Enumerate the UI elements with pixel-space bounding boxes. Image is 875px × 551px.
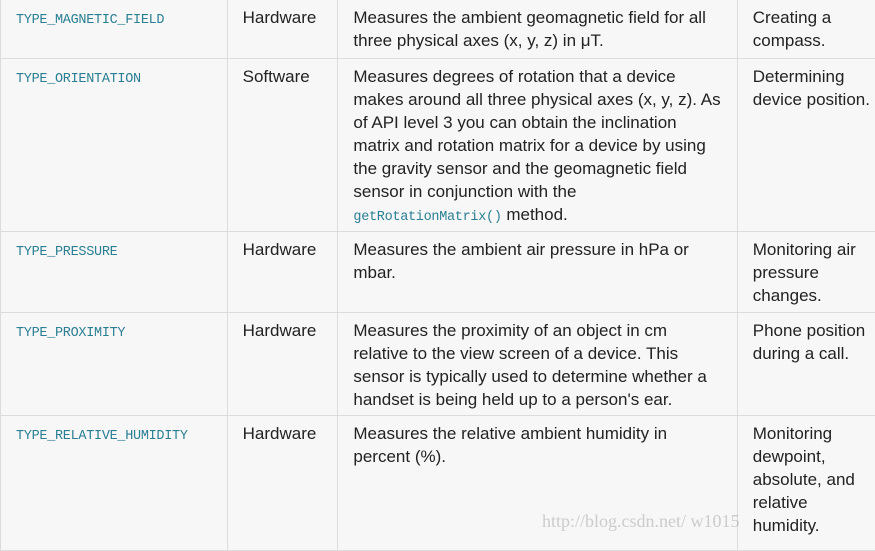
sensor-name-cell: TYPE_RELATIVE_HUMIDITY [1,416,228,551]
sensor-use-cell: Monitoring air pressure changes. [737,232,875,313]
sensor-table: TYPE_MAGNETIC_FIELDHardwareMeasures the … [0,0,875,551]
description-text: Measures the proximity of an object in c… [353,321,706,409]
description-text-after: method. [502,205,568,224]
table-row: TYPE_RELATIVE_HUMIDITY Hardware Measures t… [1,416,875,551]
table-row: TYPE_PRESSURE Hardware Measures the ambien… [1,232,875,313]
sensor-constant-link[interactable]: TYPE_PRESSURE [16,245,117,260]
sensor-description-cell: Measures the relative ambient humidity i… [338,416,737,551]
sensor-type-cell: Hardware [227,232,338,313]
description-text: Measures degrees of rotation that a devi… [353,67,720,201]
sensor-name-cell: TYPE_ORIENTATION [1,59,228,232]
sensor-constant-link[interactable]: TYPE_PROXIMITY [16,326,125,341]
table-row: TYPE_PROXIMITY HardwareMeasures the proxi… [1,313,875,416]
table-row: TYPE_MAGNETIC_FIELD Hardware Measures the … [1,0,875,59]
description-text: Measures the ambient air pressure in hPa… [353,240,688,282]
sensor-name-cell: TYPE_PROXIMITY [1,313,228,416]
table-row: TYPE_ORIENTATION SoftwareMeasures degrees… [1,59,875,232]
sensor-name-cell: TYPE_PRESSURE [1,232,228,313]
sensor-use-cell: Determining device position. [737,59,875,232]
method-link[interactable]: getRotationMatrix() [353,210,501,225]
sensor-constant-link[interactable]: TYPE_RELATIVE_HUMIDITY [16,429,188,444]
sensor-description-cell: Measures degrees of rotation that a devi… [338,59,737,232]
sensor-constant-link[interactable]: TYPE_ORIENTATION [16,72,141,87]
sensor-use-cell: Phone position during a call. [737,313,875,416]
sensor-type-cell: Hardware [227,313,338,416]
sensor-constant-link[interactable]: TYPE_MAGNETIC_FIELD [16,13,164,28]
sensor-description-cell: Measures the ambient air pressure in hPa… [338,232,737,313]
sensor-use-cell: Monitoring dewpoint, absolute, and relat… [737,416,875,551]
sensor-type-cell: Hardware [227,416,338,551]
description-text: Measures the relative ambient humidity i… [353,424,667,466]
sensor-name-cell: TYPE_MAGNETIC_FIELD [1,0,228,59]
description-text: Measures the ambient geomagnetic field f… [353,8,705,50]
sensor-description-cell: Measures the ambient geomagnetic field f… [338,0,737,59]
sensor-type-cell: Hardware [227,0,338,59]
sensor-description-cell: Measures the proximity of an object in c… [338,313,737,416]
sensor-type-cell: Software [227,59,338,232]
sensor-use-cell: Creating a compass. [737,0,875,59]
